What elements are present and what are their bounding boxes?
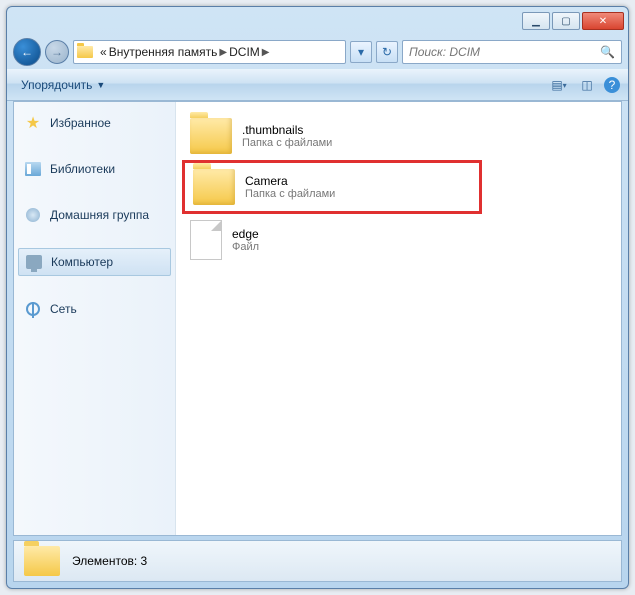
homegroup-icon [24,206,42,224]
organize-menu[interactable]: Упорядочить ▼ [15,75,111,95]
item-name: .thumbnails [242,123,332,137]
file-list[interactable]: .thumbnails Папка с файлами Camera Папка… [176,102,621,535]
sidebar-item-network[interactable]: Сеть [18,296,171,322]
details-pane: Элементов: 3 [13,540,622,582]
chevron-down-icon: ▾ [358,45,364,59]
search-icon: 🔍 [600,45,615,59]
arrow-right-icon: → [51,45,63,59]
status-text: Элементов: 3 [72,554,147,568]
view-icon: ▤ [551,78,562,92]
chevron-right-icon[interactable]: ▶ [219,47,227,58]
sidebar-item-label: Домашняя группа [50,208,149,222]
refresh-icon: ↻ [382,45,392,59]
search-input[interactable] [409,45,596,59]
sidebar-item-computer[interactable]: Компьютер [18,248,171,276]
computer-icon [25,253,43,271]
folder-icon [193,169,235,205]
file-icon [190,220,222,260]
list-item[interactable]: edge Файл [182,214,482,266]
view-options-button[interactable]: ▤▾ [548,75,570,95]
sidebar-item-favorites[interactable]: ★ Избранное [18,110,171,136]
breadcrumb-prefix: « [100,45,107,59]
address-history-dropdown[interactable]: ▾ [350,41,372,63]
help-button[interactable]: ? [604,77,620,93]
sidebar-item-label: Сеть [50,302,77,316]
item-meta: .thumbnails Папка с файлами [242,123,332,149]
back-button[interactable]: ← [13,38,41,66]
item-desc: Папка с файлами [245,188,335,200]
breadcrumb-part[interactable]: DCIM [229,45,260,59]
breadcrumb-part[interactable]: Внутренняя память [109,45,218,59]
minimize-button[interactable]: ▁ [522,12,550,30]
forward-button[interactable]: → [45,40,69,64]
refresh-button[interactable]: ↻ [376,41,398,63]
sidebar-item-label: Библиотеки [50,162,115,176]
help-icon: ? [609,78,616,92]
command-bar: Упорядочить ▼ ▤▾ ◫ ? [7,69,628,101]
item-desc: Файл [232,241,259,253]
nav-pane: ★ Избранное Библиотеки Домашняя группа К… [14,102,176,535]
sidebar-item-label: Компьютер [51,255,113,269]
chevron-down-icon: ▾ [563,81,567,90]
folder-icon [24,546,60,576]
address-bar[interactable]: « Внутренняя память ▶ DCIM ▶ [73,40,346,64]
titlebar: ▁ ▢ ✕ [7,7,628,35]
item-desc: Папка с файлами [242,137,332,149]
chevron-right-icon[interactable]: ▶ [262,47,270,58]
breadcrumb: « Внутренняя память ▶ DCIM ▶ [96,45,274,59]
item-meta: edge Файл [232,227,259,253]
list-item[interactable]: Camera Папка с файлами [182,160,482,214]
item-name: Camera [245,174,335,188]
item-name: edge [232,227,259,241]
location-folder-icon [76,43,94,61]
sidebar-item-homegroup[interactable]: Домашняя группа [18,202,171,228]
item-meta: Camera Папка с файлами [245,174,335,200]
sidebar-item-libraries[interactable]: Библиотеки [18,156,171,182]
chevron-down-icon: ▼ [96,80,105,90]
maximize-button[interactable]: ▢ [552,12,580,30]
network-icon [24,300,42,318]
window-controls: ▁ ▢ ✕ [522,12,624,30]
preview-pane-icon: ◫ [581,78,592,92]
explorer-body: ★ Избранное Библиотеки Домашняя группа К… [13,101,622,536]
close-button[interactable]: ✕ [582,12,624,30]
organize-label: Упорядочить [21,78,92,92]
search-box[interactable]: 🔍 [402,40,622,64]
list-item[interactable]: .thumbnails Папка с файлами [182,112,482,160]
nav-bar: ← → « Внутренняя память ▶ DCIM ▶ ▾ ↻ 🔍 [7,35,628,69]
preview-pane-button[interactable]: ◫ [576,75,598,95]
folder-icon [190,118,232,154]
libraries-icon [24,160,42,178]
arrow-left-icon: ← [21,45,33,59]
star-icon: ★ [24,114,42,132]
sidebar-item-label: Избранное [50,116,111,130]
explorer-window: ▁ ▢ ✕ ← → « Внутренняя память ▶ DCIM ▶ ▾… [6,6,629,589]
